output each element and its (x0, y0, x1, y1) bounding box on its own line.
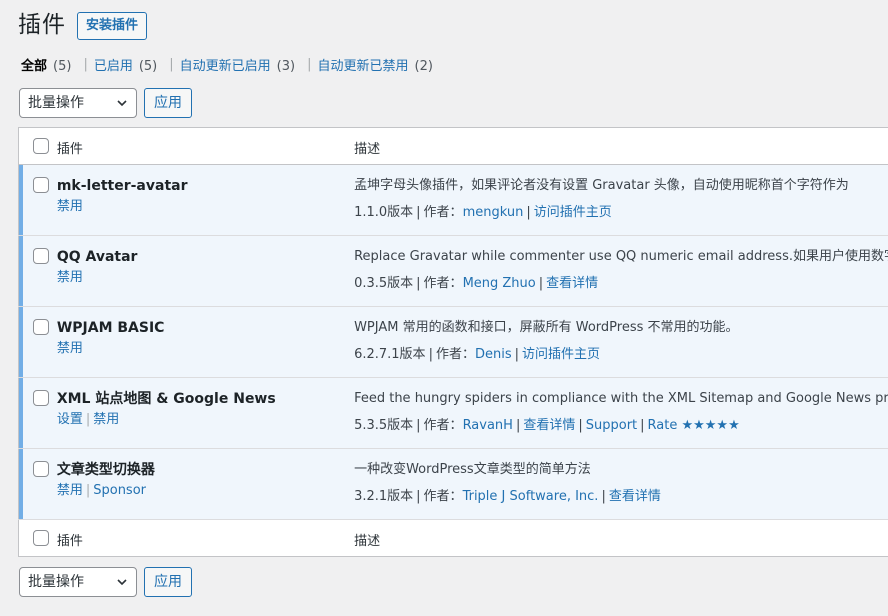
plugin-title: XML 站点地图 & Google News (56, 391, 276, 407)
plugin-row-wpjam-basic: WPJAM BASIC 禁用 WPJAM 常用的函数和接口，屏蔽所有 WordP… (18, 306, 888, 378)
plugin-description: Feed the hungry spiders in compliance wi… (354, 391, 888, 406)
author-link[interactable]: RavanH (463, 418, 513, 433)
plugin-checkbox[interactable] (33, 319, 49, 335)
chevron-down-icon (117, 100, 127, 107)
filter-all[interactable]: 全部 (5) (21, 55, 71, 74)
plugin-description: WPJAM 常用的函数和接口，屏蔽所有 WordPress 不常用的功能。 (354, 320, 739, 335)
bulk-action-select[interactable]: 批量操作 (19, 88, 137, 118)
author-link[interactable]: mengkun (463, 205, 524, 220)
plugin-description: Replace Gravatar while commenter use QQ … (354, 249, 888, 264)
view-details-link[interactable]: 查看详情 (609, 489, 661, 504)
plugin-title: QQ Avatar (56, 249, 138, 265)
settings-link[interactable]: 设置 (57, 412, 83, 427)
deactivate-link[interactable]: 禁用 (57, 270, 83, 285)
select-all-checkbox-footer[interactable] (33, 530, 49, 546)
table-footer: 插件 描述 (18, 519, 888, 557)
plugin-status-filters: 全部 (5) | 已启用 (5) | 自动更新已启用 (3) | 自动更新已禁用 (2) (21, 55, 433, 74)
plugin-meta: 0.3.5版本 | 作者：Meng Zhuo | 查看详情 (354, 276, 599, 291)
plugin-row-qq-avatar: QQ Avatar 禁用 Replace Gravatar while comm… (18, 235, 888, 307)
plugin-meta: 1.1.0版本 | 作者：mengkun | 访问插件主页 (354, 205, 612, 220)
plugin-meta: 3.2.1版本 | 作者：Triple J Software, Inc. | 查看详情 (354, 489, 661, 504)
plugin-description: 孟坤字母头像插件，如果评论者没有设置 Gravatar 头像，自动使用昵称首个字… (354, 178, 849, 193)
plugin-description: 一种改变WordPress文章类型的简单方法 (354, 462, 591, 477)
deactivate-link[interactable]: 禁用 (57, 341, 83, 356)
author-link[interactable]: Triple J Software, Inc. (463, 489, 599, 504)
author-link[interactable]: Denis (475, 347, 512, 362)
add-new-plugin-button[interactable]: 安装插件 (77, 11, 148, 40)
plugins-table: 插件 描述 mk-letter-avatar 禁用 孟坤字母头像插件，如果评论者… (18, 127, 888, 557)
apply-button-bottom[interactable]: 应用 (144, 567, 192, 597)
plugin-title: WPJAM BASIC (56, 320, 165, 336)
plugin-row-xml-sitemap: XML 站点地图 & Google News 设置 | 禁用 Feed the hu… (18, 377, 888, 449)
plugin-checkbox[interactable] (33, 461, 49, 477)
filter-auto-update-enabled[interactable]: 自动更新已启用 (3) (180, 55, 295, 74)
page-title: 插件 (18, 12, 66, 38)
deactivate-link[interactable]: 禁用 (93, 412, 119, 427)
view-details-link[interactable]: 查看详情 (523, 418, 575, 433)
view-details-link[interactable]: 查看详情 (546, 276, 598, 291)
filter-auto-update-disabled[interactable]: 自动更新已禁用 (2) (317, 55, 432, 74)
sponsor-link[interactable]: Sponsor (93, 483, 146, 498)
page-header: 插件 安装插件 (18, 10, 148, 40)
column-plugin[interactable]: 插件 (57, 142, 83, 157)
select-all-checkbox[interactable] (33, 138, 49, 154)
bulk-action-select-bottom[interactable]: 批量操作 (19, 567, 137, 597)
plugin-meta: 5.3.5版本 | 作者：RavanH | 查看详情 | Support | Rate ★★★★… (354, 418, 740, 433)
plugin-checkbox[interactable] (33, 390, 49, 406)
bulk-actions-bottom: 批量操作 应用 (19, 567, 192, 597)
filter-active[interactable]: 已启用 (5) (94, 55, 157, 74)
author-link[interactable]: Meng Zhuo (463, 276, 536, 291)
column-plugin-footer[interactable]: 插件 (57, 534, 83, 549)
deactivate-link[interactable]: 禁用 (57, 199, 83, 214)
column-description-footer: 描述 (354, 534, 381, 549)
plugin-title: mk-letter-avatar (56, 178, 188, 194)
plugin-row-post-type-switcher: 文章类型切换器 禁用 | Sponsor 一种改变WordPress文章类型的简单方… (18, 448, 888, 520)
bulk-actions-top: 批量操作 应用 (19, 88, 192, 118)
rate-link[interactable]: Rate ★★★★★ (648, 418, 740, 433)
plugin-title: 文章类型切换器 (56, 462, 155, 478)
plugin-checkbox[interactable] (33, 248, 49, 264)
plugin-homepage-link[interactable]: 访问插件主页 (534, 205, 612, 220)
plugin-homepage-link[interactable]: 访问插件主页 (522, 347, 600, 362)
plugin-checkbox[interactable] (33, 177, 49, 193)
deactivate-link[interactable]: 禁用 (57, 483, 83, 498)
apply-button[interactable]: 应用 (144, 88, 192, 118)
chevron-down-icon (117, 579, 127, 586)
table-header: 插件 描述 (18, 127, 888, 165)
column-description: 描述 (354, 142, 381, 157)
plugin-row-mk-letter-avatar: mk-letter-avatar 禁用 孟坤字母头像插件，如果评论者没有设置 G… (18, 164, 888, 236)
plugin-meta: 6.2.7.1版本 | 作者：Denis | 访问插件主页 (354, 347, 601, 362)
support-link[interactable]: Support (586, 418, 637, 433)
